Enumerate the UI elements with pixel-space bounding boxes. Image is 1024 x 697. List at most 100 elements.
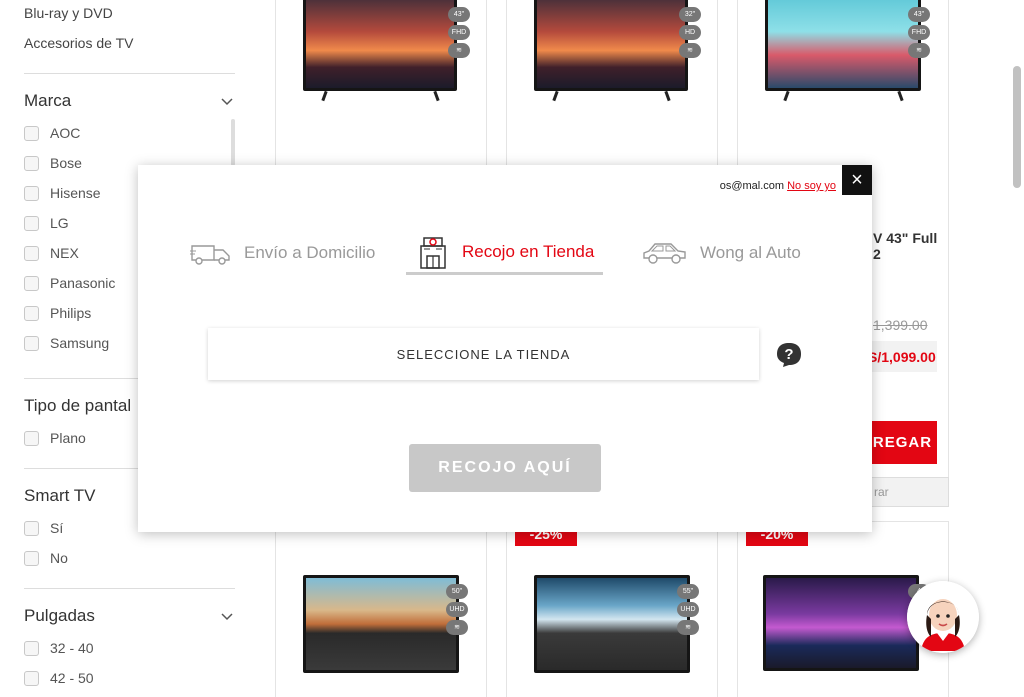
filter-section-marca[interactable]: Marca bbox=[24, 89, 235, 113]
option-label: No bbox=[50, 550, 68, 566]
spec-badges: 43" FHD ≋ bbox=[908, 7, 930, 58]
truck-icon bbox=[190, 245, 230, 265]
size-badge: 43" bbox=[448, 7, 470, 22]
old-price: 1,399.00 bbox=[873, 317, 928, 333]
option-label: AOC bbox=[50, 125, 81, 141]
option-label: Bose bbox=[50, 155, 82, 171]
user-email: os@mal.com bbox=[719, 180, 785, 192]
resolution-badge: UHD bbox=[677, 602, 699, 617]
add-to-cart-button[interactable]: REGAR bbox=[868, 421, 937, 464]
tab-label: Recojo en Tienda bbox=[462, 241, 595, 261]
category-link[interactable]: Blu-ray y DVD bbox=[24, 5, 113, 21]
checkbox[interactable] bbox=[24, 335, 39, 351]
checkbox[interactable] bbox=[24, 640, 39, 656]
store-select[interactable]: SELECCIONE LA TIENDA bbox=[208, 328, 759, 380]
checkbox[interactable] bbox=[24, 275, 39, 291]
filter-section-title: Pulgadas bbox=[24, 606, 95, 625]
filter-section-pulgadas[interactable]: Pulgadas bbox=[24, 604, 235, 628]
tab-label: Wong al Auto bbox=[700, 243, 801, 262]
user-info: os@mal.com No soy yo bbox=[720, 180, 836, 192]
compare-label: rar bbox=[874, 485, 889, 499]
size-badge: 55" bbox=[677, 584, 699, 599]
wifi-icon: ≋ bbox=[448, 43, 470, 58]
filter-option-hisense[interactable]: Hisense bbox=[24, 183, 101, 203]
checkbox[interactable] bbox=[24, 155, 39, 171]
filter-option-si[interactable]: Sí bbox=[24, 518, 63, 538]
size-badge: 43" bbox=[908, 7, 930, 22]
checkbox[interactable] bbox=[24, 125, 39, 141]
option-label: Panasonic bbox=[50, 275, 116, 291]
spec-badges: 50" UHD ≋ bbox=[446, 584, 468, 635]
wifi-icon: ≋ bbox=[679, 43, 701, 58]
checkbox[interactable] bbox=[24, 550, 39, 566]
svg-text:?: ? bbox=[784, 346, 793, 363]
tab-wong-al-auto[interactable]: Wong al Auto bbox=[642, 231, 801, 275]
pickup-here-button[interactable]: RECOJO AQUÍ bbox=[409, 444, 601, 492]
option-label: Sí bbox=[50, 520, 64, 536]
page: Blu-ray y DVD Accesorios de TV Marca AOC… bbox=[0, 0, 1024, 697]
car-icon bbox=[643, 243, 686, 264]
filter-option-32-40[interactable]: 32 - 40 bbox=[24, 638, 94, 658]
tab-recojo-tienda[interactable]: Recojo en Tienda bbox=[406, 231, 603, 275]
filter-option-bose[interactable]: Bose bbox=[24, 153, 82, 173]
option-label: Samsung bbox=[50, 335, 110, 351]
product-card[interactable]: -25% 55" UHD ≋ bbox=[506, 521, 718, 697]
divider bbox=[24, 73, 235, 74]
spec-badges: 55" UHD ≋ bbox=[677, 584, 699, 635]
product-card[interactable]: 50" UHD ≋ bbox=[275, 521, 487, 697]
tab-label: Envío a Domicilio bbox=[244, 243, 376, 262]
filter-option-panasonic[interactable]: Panasonic bbox=[24, 273, 115, 293]
filter-option-aoc[interactable]: AOC bbox=[24, 123, 80, 143]
tab-envio-domicilio[interactable]: Envío a Domicilio bbox=[190, 231, 375, 275]
brand-list-scrollbar[interactable] bbox=[231, 119, 235, 166]
spec-badges: 43" FHD ≋ bbox=[448, 7, 470, 58]
chevron-down-icon[interactable] bbox=[221, 610, 233, 622]
category-link[interactable]: Accesorios de TV bbox=[24, 35, 133, 51]
size-badge: 50" bbox=[446, 584, 468, 599]
resolution-badge: FHD bbox=[448, 25, 470, 40]
option-label: NEX bbox=[50, 245, 79, 261]
checkbox[interactable] bbox=[24, 215, 39, 231]
filter-option-lg[interactable]: LG bbox=[24, 213, 69, 233]
option-label: 42 - 50 bbox=[50, 670, 94, 686]
assistant-avatar-icon bbox=[907, 581, 979, 653]
compare-button[interactable]: rar bbox=[868, 477, 949, 507]
current-price: S/1,099.00 bbox=[868, 349, 936, 365]
resolution-badge: FHD bbox=[908, 25, 930, 40]
option-label: Hisense bbox=[50, 185, 101, 201]
not-me-link[interactable]: No soy yo bbox=[787, 180, 836, 192]
page-scrollbar[interactable] bbox=[1013, 66, 1021, 188]
resolution-badge: HD bbox=[679, 25, 701, 40]
filter-option-no[interactable]: No bbox=[24, 548, 68, 568]
checkbox[interactable] bbox=[24, 245, 39, 261]
checkbox[interactable] bbox=[24, 520, 39, 536]
spec-badges: 32" HD ≋ bbox=[679, 7, 701, 58]
help-icon[interactable]: ? bbox=[775, 341, 803, 369]
checkbox[interactable] bbox=[24, 185, 39, 201]
filter-option-nex[interactable]: NEX bbox=[24, 243, 79, 263]
close-button[interactable]: × bbox=[842, 165, 872, 195]
checkbox[interactable] bbox=[24, 670, 39, 686]
resolution-badge: UHD bbox=[446, 602, 468, 617]
wifi-icon: ≋ bbox=[446, 620, 468, 635]
option-label: Philips bbox=[50, 305, 92, 321]
size-badge: 32" bbox=[679, 7, 701, 22]
checkbox[interactable] bbox=[24, 305, 39, 321]
chat-assistant-avatar[interactable] bbox=[907, 581, 979, 653]
filter-option-samsung[interactable]: Samsung bbox=[24, 333, 109, 353]
product-name-line2[interactable]: 2 bbox=[873, 246, 881, 262]
wifi-icon: ≋ bbox=[677, 620, 699, 635]
filter-option-plano[interactable]: Plano bbox=[24, 428, 86, 448]
filter-option-philips[interactable]: Philips bbox=[24, 303, 91, 323]
delivery-modal: os@mal.comNo soy yo × Envío a Domicilio bbox=[138, 165, 872, 532]
divider bbox=[24, 588, 235, 589]
option-label: Plano bbox=[50, 430, 86, 446]
filter-option-42-50[interactable]: 42 - 50 bbox=[24, 668, 94, 688]
store-icon bbox=[420, 236, 446, 269]
option-label: 32 - 40 bbox=[50, 640, 94, 656]
checkbox[interactable] bbox=[24, 430, 39, 446]
product-name[interactable]: V 43" Full bbox=[873, 230, 937, 246]
wifi-icon: ≋ bbox=[908, 43, 930, 58]
chevron-down-icon[interactable] bbox=[221, 95, 233, 107]
option-label: LG bbox=[50, 215, 69, 231]
